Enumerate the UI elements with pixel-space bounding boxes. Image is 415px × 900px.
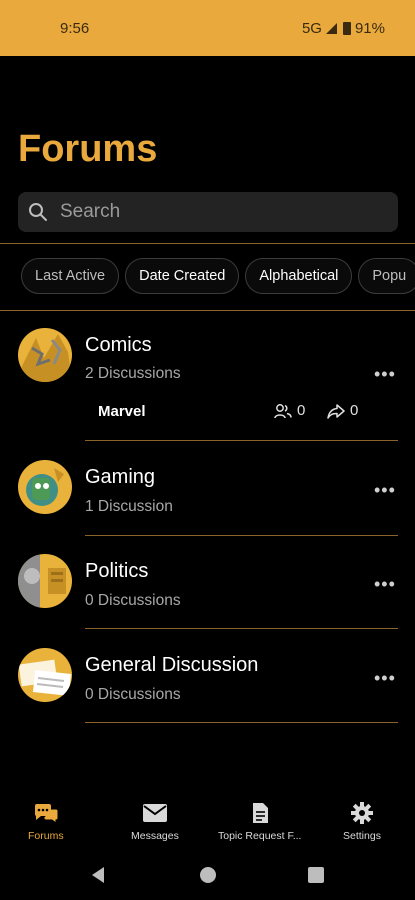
signal-icon: [325, 23, 337, 34]
share-count[interactable]: 0: [327, 402, 358, 419]
chat-bubbles-icon: [34, 804, 59, 824]
mail-icon: [142, 804, 167, 822]
chip-date-created[interactable]: Date Created: [125, 258, 240, 294]
chips-divider: [0, 310, 415, 311]
battery-level: 91%: [354, 20, 385, 37]
back-icon[interactable]: [90, 866, 106, 884]
search-icon: [29, 203, 47, 221]
forum-name: General Discussion: [85, 654, 259, 676]
nav-topic-request[interactable]: Topic Request F...: [218, 802, 301, 842]
share-icon: [327, 403, 345, 419]
forum-name: Comics: [85, 334, 152, 356]
gear-icon: [350, 802, 373, 824]
network-label: 5G: [301, 20, 322, 37]
sort-chips: Last Active Date Created Alphabetical Po…: [21, 258, 415, 298]
nav-settings[interactable]: Settings: [343, 802, 381, 842]
bottom-navigation: Forums Messages Topic Request F... Setti…: [0, 790, 415, 854]
forum-avatar-general-discussion: [18, 648, 72, 702]
header-divider: [0, 243, 415, 244]
status-bar: 9:56 5G 91%: [0, 0, 415, 56]
forum-discussion-count: 0 Discussions: [85, 592, 181, 609]
forum-divider: [85, 722, 398, 723]
nav-forums-label: Forums: [28, 830, 64, 842]
system-navigation-bar: [0, 856, 415, 900]
forum-discussion-count: 2 Discussions: [85, 365, 181, 382]
forum-item-politics[interactable]: Politics 0 Discussions •••: [0, 552, 415, 632]
nav-settings-label: Settings: [343, 830, 381, 842]
forum-divider: [85, 440, 398, 441]
forum-avatar-politics: [18, 554, 72, 608]
forum-avatar-gaming: [18, 460, 72, 514]
document-icon: [252, 803, 268, 823]
nav-forums[interactable]: Forums: [28, 802, 64, 842]
search-bar[interactable]: [18, 192, 398, 232]
forum-divider: [85, 628, 398, 629]
more-options-icon[interactable]: •••: [374, 364, 396, 385]
nav-topic-request-label: Topic Request F...: [218, 830, 302, 842]
recents-icon[interactable]: [307, 866, 325, 884]
forum-discussion-count: 1 Discussion: [85, 498, 173, 515]
forum-item-comics[interactable]: Comics 2 Discussions ••• Marvel 0 0: [0, 326, 415, 442]
forum-divider: [85, 535, 398, 536]
forum-discussion-count: 0 Discussions: [85, 686, 181, 703]
battery-icon: [342, 22, 351, 35]
member-count: 0: [274, 402, 305, 419]
nav-messages[interactable]: Messages: [131, 802, 179, 842]
nav-messages-label: Messages: [131, 830, 179, 842]
more-options-icon[interactable]: •••: [374, 668, 396, 689]
status-indicators: 5G 91%: [302, 20, 385, 37]
share-count-value: 0: [350, 402, 359, 419]
home-icon[interactable]: [198, 865, 218, 885]
people-icon: [274, 403, 292, 418]
forum-name: Politics: [85, 560, 149, 582]
search-input[interactable]: [58, 200, 362, 224]
sub-forum-marvel[interactable]: Marvel: [98, 403, 146, 420]
page-title: Forums: [18, 128, 158, 170]
member-count-value: 0: [297, 402, 306, 419]
chip-alphabetical[interactable]: Alphabetical: [245, 258, 353, 294]
forum-item-general-discussion[interactable]: General Discussion 0 Discussions •••: [0, 646, 415, 726]
forum-avatar-comics: [18, 328, 72, 382]
status-time: 9:56: [60, 20, 90, 37]
forum-item-gaming[interactable]: Gaming 1 Discussion •••: [0, 458, 415, 538]
forum-name: Gaming: [85, 466, 156, 488]
chip-last-active[interactable]: Last Active: [21, 258, 120, 294]
more-options-icon[interactable]: •••: [374, 574, 396, 595]
more-options-icon[interactable]: •••: [374, 480, 396, 501]
chip-popular[interactable]: Popu: [358, 258, 415, 294]
